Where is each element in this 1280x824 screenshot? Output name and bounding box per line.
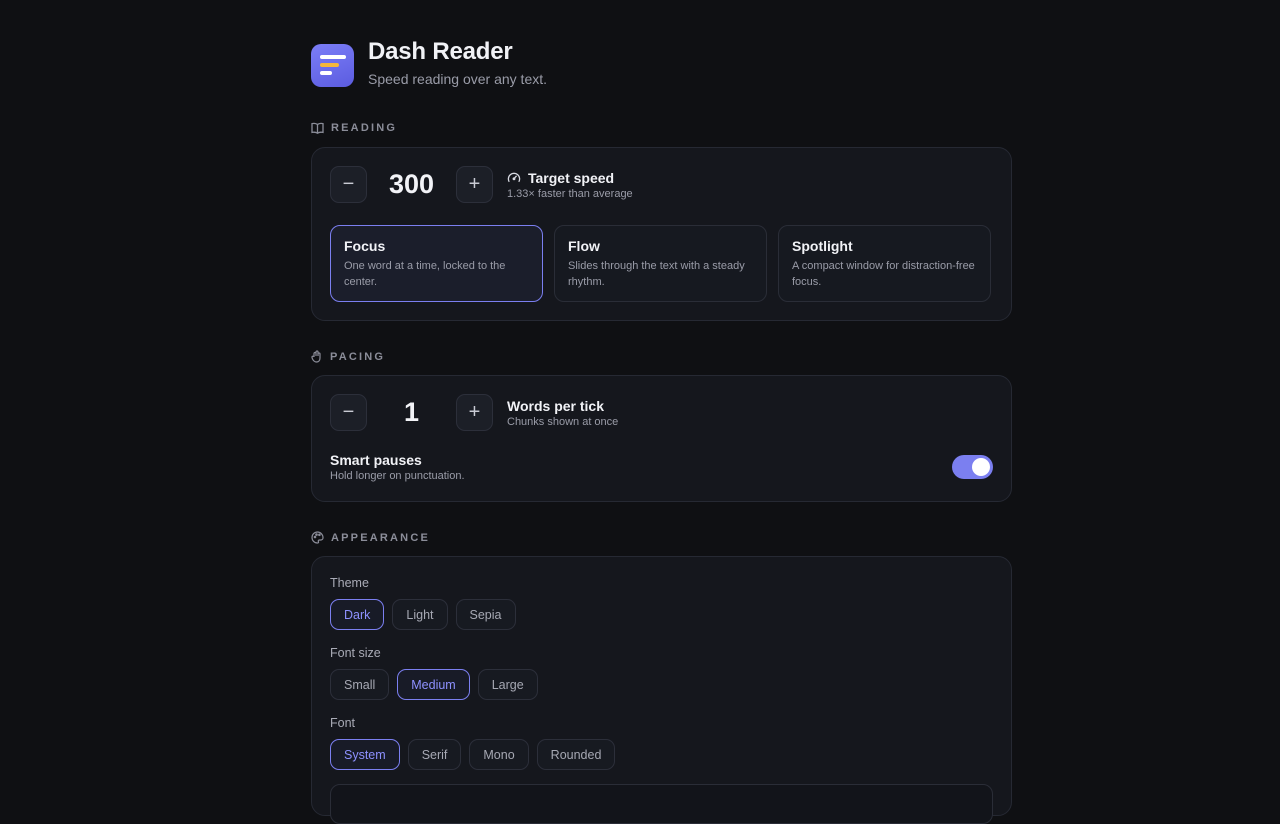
smart-pauses-title: Smart pauses (330, 452, 422, 468)
smart-pauses-row: Smart pauses Hold longer on punctuation. (330, 452, 993, 482)
reading-mode-group: Focus One word at a time, locked to the … (330, 225, 991, 302)
mode-description: Slides through the text with a steady rh… (568, 260, 745, 288)
app-title: Dash Reader (368, 38, 513, 65)
words-increment-button[interactable]: + (456, 394, 493, 431)
speed-value: 300 (388, 169, 435, 199)
font-option-system[interactable]: System (330, 739, 400, 770)
speed-title: Target speed (528, 169, 615, 186)
mode-description: One word at a time, locked to the center… (344, 260, 506, 288)
speed-increment-button[interactable]: + (456, 166, 493, 203)
words-subtitle: Chunks shown at once (507, 415, 619, 428)
appearance-card: Theme Dark Light Sepia Font size Small M… (311, 556, 1012, 824)
words-title: Words per tick (507, 397, 604, 414)
font-option-mono[interactable]: Mono (469, 739, 529, 770)
mode-card-flow[interactable]: Flow Slides through the text with a stea… (554, 225, 767, 302)
font-option-serif[interactable]: Serif (407, 739, 462, 770)
mode-title: Focus (344, 238, 386, 254)
font-size-option-large[interactable]: Large (477, 669, 538, 700)
font-size-label: Font size (330, 646, 381, 660)
words-decrement-button[interactable]: − (330, 394, 367, 431)
speedometer-icon (507, 172, 521, 182)
theme-option-dark[interactable]: Dark (330, 599, 385, 630)
font-size-option-small[interactable]: Small (330, 669, 390, 700)
theme-label: Theme (330, 576, 369, 590)
font-option-rounded[interactable]: Rounded (536, 739, 616, 770)
mode-title: Flow (568, 238, 600, 254)
words-stepper: − 1 + Words per tick Chunks shown at onc… (330, 394, 618, 431)
reading-card: − 300 + Target speed 1.33× faster than a… (311, 147, 1012, 321)
app-logo-icon (311, 44, 354, 87)
theme-option-light[interactable]: Light (392, 599, 448, 630)
smart-pauses-subtitle: Hold longer on punctuation. (330, 470, 465, 482)
hand-icon (311, 350, 321, 363)
words-value: 1 (403, 397, 420, 427)
pacing-card: − 1 + Words per tick Chunks shown at onc… (311, 375, 1012, 502)
font-preview-box (330, 784, 993, 824)
app-header: Dash Reader Speed reading over any text. (311, 38, 548, 87)
mode-card-focus[interactable]: Focus One word at a time, locked to the … (330, 225, 543, 302)
mode-description: A compact window for distraction-free fo… (792, 260, 975, 288)
section-label-reading: READING (311, 122, 397, 134)
font-size-option-medium[interactable]: Medium (397, 669, 470, 700)
palette-icon (311, 531, 324, 544)
app-subtitle: Speed reading over any text. (368, 71, 548, 87)
speed-subtitle: 1.33× faster than average (507, 187, 633, 200)
theme-option-sepia[interactable]: Sepia (455, 599, 516, 630)
theme-options: Dark Light Sepia (330, 599, 516, 630)
section-label-appearance: APPEARANCE (311, 531, 430, 544)
smart-pauses-toggle[interactable] (952, 455, 993, 479)
mode-card-spotlight[interactable]: Spotlight A compact window for distracti… (778, 225, 991, 302)
speed-decrement-button[interactable]: − (330, 166, 367, 203)
book-icon (311, 122, 324, 134)
mode-title: Spotlight (792, 238, 853, 254)
font-options: System Serif Mono Rounded (330, 739, 616, 770)
font-label: Font (330, 716, 356, 730)
section-label-text: APPEARANCE (331, 531, 431, 544)
section-label-text: READING (331, 122, 398, 134)
toggle-knob (972, 458, 990, 476)
section-label-pacing: PACING (311, 350, 385, 363)
speed-stepper: − 300 + Target speed 1.33× faster than a… (330, 166, 633, 203)
font-size-options: Small Medium Large (330, 669, 538, 700)
section-label-text: PACING (330, 350, 386, 363)
